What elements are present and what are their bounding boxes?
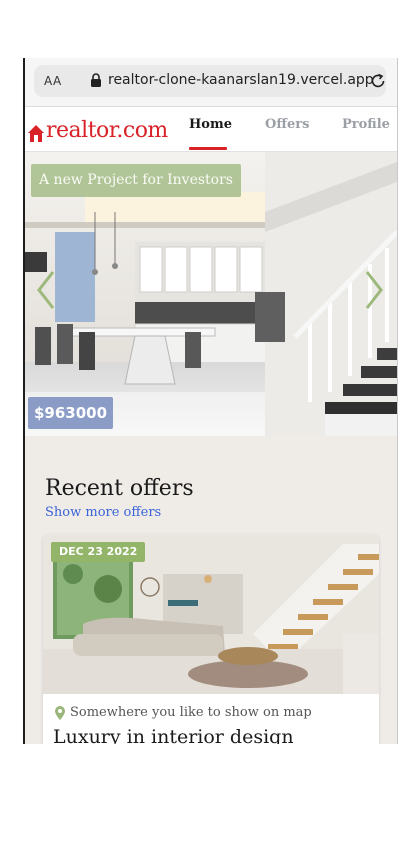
active-tab-indicator xyxy=(189,147,227,150)
recent-offers-title: Recent offers xyxy=(45,476,194,501)
offer-title[interactable]: Luxury in interior design xyxy=(53,726,294,744)
logo[interactable]: realtor.com xyxy=(28,116,168,142)
site-header: realtor.com Home Offers Profile xyxy=(25,107,397,152)
location-text: Somewhere you like to show on map xyxy=(70,705,312,720)
map-pin-icon xyxy=(55,705,65,720)
offer-card[interactable]: DEC 23 2022 Somewhere you like to show o… xyxy=(43,534,379,744)
phone-viewport: AA realtor-clone-kaanarslan19.vercel.app… xyxy=(23,58,398,744)
location-row: Somewhere you like to show on map xyxy=(55,705,312,720)
address-bar[interactable]: AA realtor-clone-kaanarslan19.vercel.app xyxy=(34,65,386,97)
hero-price: $963000 xyxy=(28,397,114,429)
nav-profile[interactable]: Profile xyxy=(342,117,390,132)
url-text[interactable]: realtor-clone-kaanarslan19.vercel.app xyxy=(108,72,374,88)
hero-slider[interactable]: A new Project for Investors $963000 xyxy=(25,152,397,436)
text-size-button[interactable]: AA xyxy=(44,74,62,88)
chevron-right-icon[interactable] xyxy=(363,270,385,310)
nav-home[interactable]: Home xyxy=(189,117,232,132)
browser-bar: AA realtor-clone-kaanarslan19.vercel.app xyxy=(25,58,397,107)
logo-text: realtor.com xyxy=(46,118,168,143)
date-badge: DEC 23 2022 xyxy=(51,542,146,562)
hero-tag: A new Project for Investors xyxy=(31,164,241,197)
house-logo-icon xyxy=(28,125,44,142)
lock-icon xyxy=(91,73,101,87)
show-more-offers-link[interactable]: Show more offers xyxy=(45,505,161,520)
chevron-left-icon[interactable] xyxy=(35,270,57,310)
nav-offers[interactable]: Offers xyxy=(265,117,309,132)
reload-icon[interactable] xyxy=(368,71,388,91)
